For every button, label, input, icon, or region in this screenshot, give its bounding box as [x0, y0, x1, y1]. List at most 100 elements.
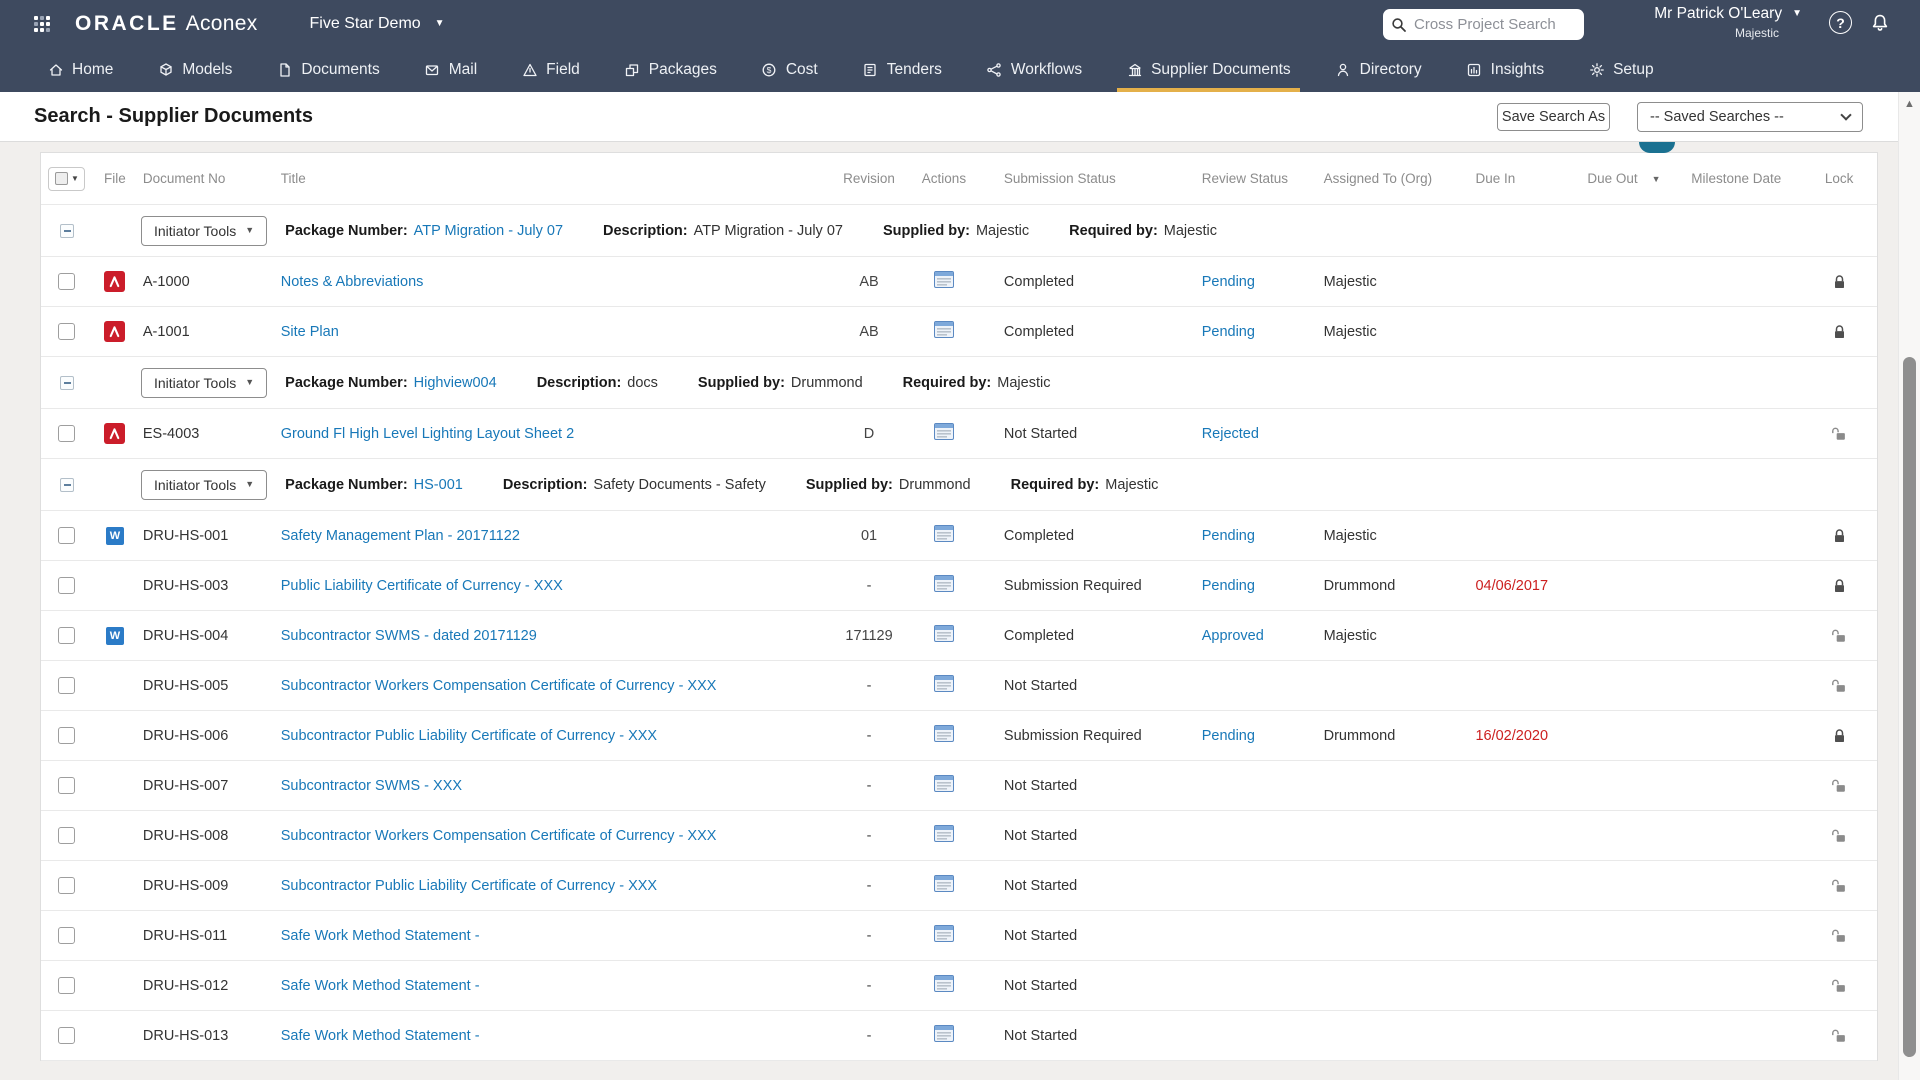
column-header-assigned-to-org-[interactable]: Assigned To (Org) — [1300, 153, 1448, 204]
actions-icon[interactable] — [933, 824, 954, 847]
actions-icon[interactable] — [933, 524, 954, 547]
package-number-link[interactable]: ATP Migration - July 07 — [414, 223, 563, 239]
column-header-review-status[interactable]: Review Status — [1178, 153, 1300, 204]
row-checkbox[interactable] — [58, 827, 76, 844]
nav-item-home[interactable]: Home — [38, 48, 122, 92]
column-header-file[interactable]: File — [93, 153, 137, 204]
column-header-submission-status[interactable]: Submission Status — [980, 153, 1178, 204]
app-grid-icon[interactable] — [34, 15, 51, 33]
document-title-link[interactable]: Ground Fl High Level Lighting Layout She… — [281, 426, 574, 442]
scroll-up-arrow[interactable]: ▲ — [1899, 98, 1920, 110]
scrollbar-thumb[interactable] — [1903, 357, 1916, 1057]
column-header-actions[interactable]: Actions — [908, 153, 980, 204]
notifications-bell-icon[interactable] — [1868, 11, 1892, 35]
document-title-link[interactable]: Subcontractor Workers Compensation Certi… — [281, 678, 717, 694]
row-checkbox[interactable] — [58, 425, 76, 442]
pdf-file-icon[interactable] — [104, 271, 126, 292]
collapse-group-icon[interactable] — [60, 375, 74, 390]
actions-icon[interactable] — [933, 320, 954, 343]
project-selector[interactable]: Five Star Demo ▼ — [310, 15, 445, 33]
actions-icon[interactable] — [933, 1024, 954, 1047]
document-title-link[interactable]: Public Liability Certificate of Currency… — [281, 578, 563, 594]
actions-icon[interactable] — [933, 874, 954, 897]
document-title-link[interactable]: Notes & Abbreviations — [281, 274, 424, 290]
document-title-link[interactable]: Subcontractor Workers Compensation Certi… — [281, 828, 717, 844]
row-checkbox[interactable] — [58, 577, 76, 594]
row-checkbox[interactable] — [58, 273, 76, 290]
nav-item-supplier-documents[interactable]: Supplier Documents — [1117, 48, 1300, 92]
row-checkbox[interactable] — [58, 627, 76, 644]
pdf-file-icon[interactable] — [104, 423, 126, 444]
row-checkbox[interactable] — [58, 727, 76, 744]
pdf-file-icon[interactable] — [104, 321, 126, 342]
column-header-lock[interactable]: Lock — [1801, 153, 1877, 204]
review-status-link[interactable]: Pending — [1202, 274, 1255, 290]
nav-item-cost[interactable]: $ Cost — [752, 48, 827, 92]
row-checkbox[interactable] — [58, 977, 76, 994]
initiator-tools-button[interactable]: Initiator Tools ▼ — [141, 215, 268, 246]
row-checkbox[interactable] — [58, 323, 76, 340]
review-status-link[interactable]: Approved — [1202, 628, 1264, 644]
review-status-link[interactable]: Rejected — [1202, 426, 1259, 442]
search-input[interactable] — [1414, 16, 1576, 33]
user-menu[interactable]: Mr Patrick O'Leary ▼ Majestic — [1642, 5, 1802, 40]
review-status-link[interactable]: Pending — [1202, 528, 1255, 544]
row-checkbox[interactable] — [58, 527, 76, 544]
document-title-link[interactable]: Safe Work Method Statement - — [281, 928, 480, 944]
actions-icon[interactable] — [933, 624, 954, 647]
actions-icon[interactable] — [933, 674, 954, 697]
actions-icon[interactable] — [933, 774, 954, 797]
review-status-link[interactable]: Pending — [1202, 324, 1255, 340]
column-header-revision[interactable]: Revision — [830, 153, 908, 204]
document-title-link[interactable]: Subcontractor SWMS - dated 20171129 — [281, 628, 537, 644]
nav-item-directory[interactable]: Directory — [1326, 48, 1431, 92]
collapse-group-icon[interactable] — [60, 223, 74, 238]
column-header-document-no[interactable]: Document No — [137, 153, 275, 204]
column-header-due-in[interactable]: Due In — [1447, 153, 1559, 204]
review-status-link[interactable]: Pending — [1202, 728, 1255, 744]
row-checkbox[interactable] — [58, 777, 76, 794]
nav-item-tenders[interactable]: Tenders — [853, 48, 951, 92]
document-title-link[interactable]: Subcontractor Public Liability Certifica… — [281, 878, 657, 894]
document-title-link[interactable]: Safe Work Method Statement - — [281, 978, 480, 994]
search-panel-collapse-handle[interactable] — [1639, 142, 1675, 153]
nav-item-packages[interactable]: Packages — [615, 48, 726, 92]
select-all-control[interactable]: ▼ — [48, 166, 86, 191]
initiator-tools-button[interactable]: Initiator Tools ▼ — [141, 367, 268, 398]
document-title-link[interactable]: Subcontractor SWMS - XXX — [281, 778, 462, 794]
package-number-link[interactable]: Highview004 — [414, 375, 497, 391]
package-number-link[interactable]: HS-001 — [414, 477, 463, 493]
save-search-as-button[interactable]: Save Search As — [1497, 103, 1610, 131]
row-checkbox[interactable] — [58, 927, 76, 944]
document-title-link[interactable]: Safe Work Method Statement - — [281, 1028, 480, 1044]
row-checkbox[interactable] — [58, 677, 76, 694]
word-file-icon[interactable]: W — [105, 526, 124, 545]
nav-item-models[interactable]: Models — [148, 48, 241, 92]
column-header-milestone-date[interactable]: Milestone Date — [1671, 153, 1801, 204]
row-checkbox[interactable] — [58, 877, 76, 894]
nav-item-mail[interactable]: Mail — [415, 48, 486, 92]
nav-item-field[interactable]: Field — [512, 48, 589, 92]
column-header-due-out[interactable]: Due Out ▼ — [1559, 153, 1671, 204]
actions-icon[interactable] — [933, 422, 954, 445]
actions-icon[interactable] — [933, 924, 954, 947]
document-title-link[interactable]: Subcontractor Public Liability Certifica… — [281, 728, 657, 744]
document-title-link[interactable]: Site Plan — [281, 324, 339, 340]
help-icon[interactable]: ? — [1829, 11, 1852, 34]
actions-icon[interactable] — [933, 574, 954, 597]
column-header-title[interactable]: Title — [275, 153, 830, 204]
actions-icon[interactable] — [933, 724, 954, 747]
nav-item-documents[interactable]: Documents — [267, 48, 388, 92]
collapse-group-icon[interactable] — [60, 477, 74, 492]
saved-searches-select[interactable]: -- Saved Searches -- — [1637, 102, 1863, 132]
nav-item-workflows[interactable]: Workflows — [977, 48, 1091, 92]
actions-icon[interactable] — [933, 270, 954, 293]
word-file-icon[interactable]: W — [105, 626, 124, 645]
actions-icon[interactable] — [933, 974, 954, 997]
nav-item-insights[interactable]: Insights — [1457, 48, 1553, 92]
document-title-link[interactable]: Safety Management Plan - 20171122 — [281, 528, 520, 544]
nav-item-setup[interactable]: Setup — [1579, 48, 1663, 92]
review-status-link[interactable]: Pending — [1202, 578, 1255, 594]
row-checkbox[interactable] — [58, 1027, 76, 1044]
initiator-tools-button[interactable]: Initiator Tools ▼ — [141, 469, 268, 500]
